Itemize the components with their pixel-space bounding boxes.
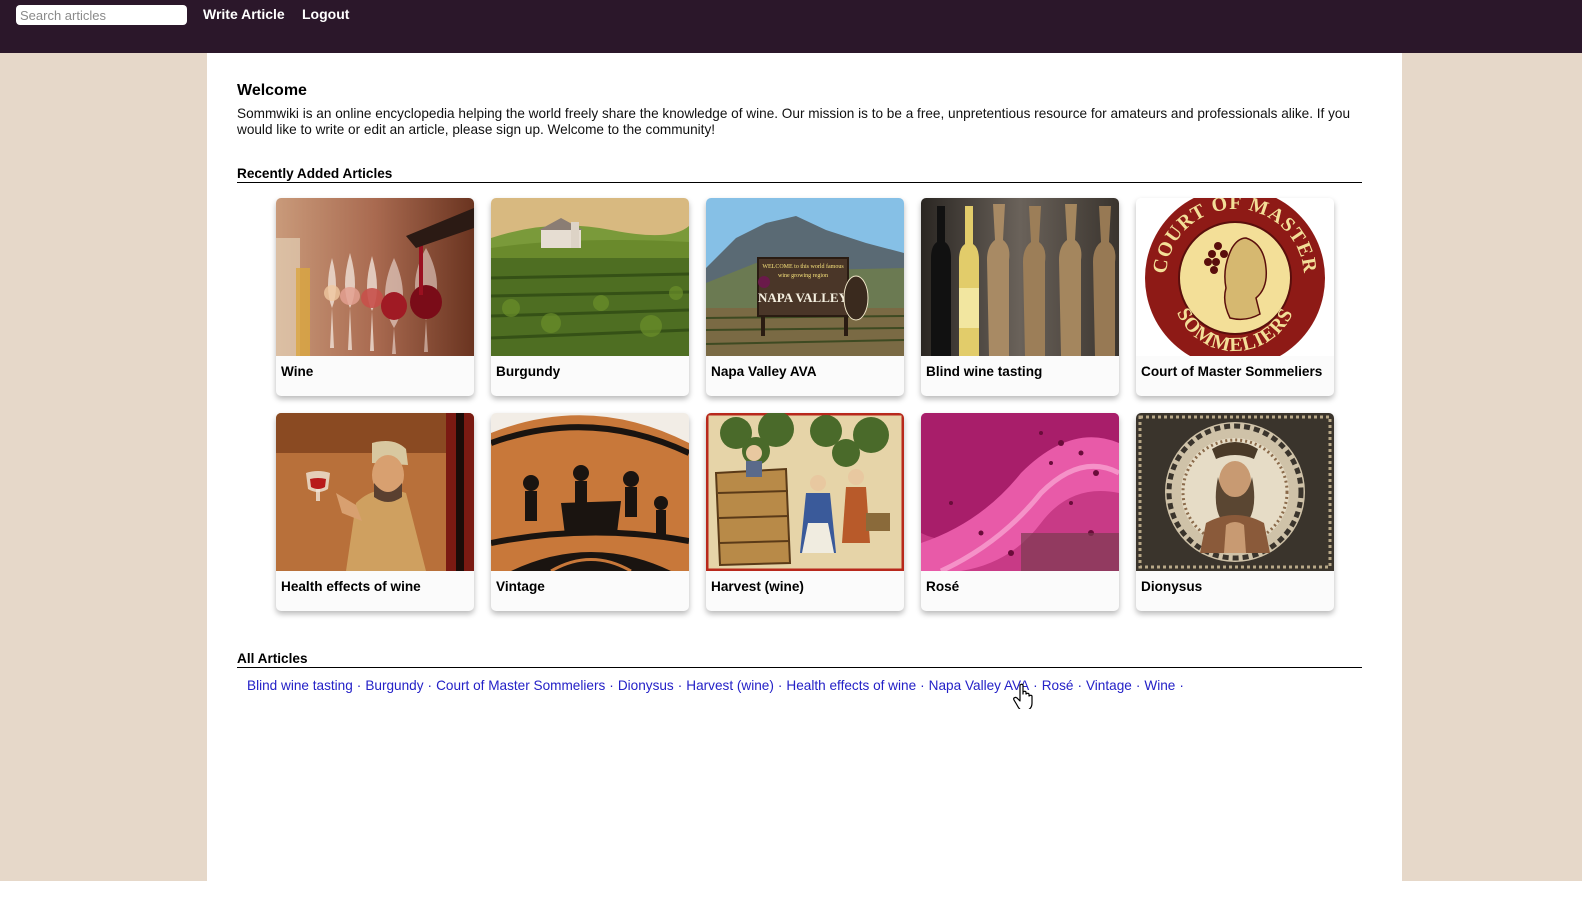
page-footer-strip: [0, 881, 1582, 899]
pink-must-icon: [921, 413, 1119, 571]
search-input[interactable]: [16, 5, 187, 25]
article-link-blind-wine-tasting[interactable]: Blind wine tasting: [247, 678, 353, 693]
article-card-title: Court of Master Sommeliers: [1141, 364, 1323, 379]
article-card-dionysus[interactable]: Dionysus: [1136, 413, 1334, 611]
link-separator: ·: [1179, 678, 1184, 693]
article-card-health-effects-of-wine[interactable]: Health effects of wine: [276, 413, 474, 611]
logout-link[interactable]: Logout: [302, 6, 349, 22]
article-card-title: Dionysus: [1141, 579, 1203, 594]
all-articles-list: Blind wine tasting · Burgundy · Court of Mas…: [247, 678, 1188, 693]
article-card-court-of-master-sommeliers[interactable]: COURT OF MASTER SOMMELIERS Court of Mast…: [1136, 198, 1334, 396]
article-link-vintage[interactable]: Vintage: [1086, 678, 1132, 693]
article-link-wine[interactable]: Wine: [1144, 678, 1175, 693]
write-article-link[interactable]: Write Article: [203, 6, 285, 22]
article-link-rose[interactable]: Rosé: [1042, 678, 1074, 693]
svg-text:wine growing region: wine growing region: [778, 273, 828, 279]
article-card-vintage[interactable]: Vintage: [491, 413, 689, 611]
article-card-blind-wine-tasting[interactable]: Blind wine tasting: [921, 198, 1119, 396]
welcome-title: Welcome: [237, 82, 307, 99]
article-card-rose[interactable]: Rosé: [921, 413, 1119, 611]
article-card-wine[interactable]: Wine: [276, 198, 474, 396]
article-card-title: Wine: [281, 364, 314, 379]
article-card-title: Rosé: [926, 579, 960, 594]
link-separator: ·: [777, 678, 783, 693]
svg-text:WELCOME to this world famous: WELCOME to this world famous: [762, 263, 844, 270]
main-content: Welcome Sommwiki is an online encycloped…: [207, 53, 1402, 881]
article-link-health-effects-of-wine[interactable]: Health effects of wine: [786, 678, 916, 693]
article-link-burgundy[interactable]: Burgundy: [365, 678, 423, 693]
recent-articles-heading: Recently Added Articles: [237, 166, 1362, 183]
welcome-text: Sommwiki is an online encyclopedia helpi…: [237, 106, 1351, 137]
dionysus-mosaic-icon: [1136, 413, 1334, 571]
article-card-title: Harvest (wine): [711, 579, 804, 594]
article-card-harvest-wine[interactable]: Harvest (wine): [706, 413, 904, 611]
svg-text:NAPA VALLEY: NAPA VALLEY: [758, 290, 849, 305]
all-articles-heading: All Articles: [237, 651, 1362, 668]
vineyard-chateau-icon: [491, 198, 689, 356]
link-separator: ·: [1135, 678, 1141, 693]
recent-articles-grid: Wine Burgundy WELCOME to this world famo…: [276, 198, 1336, 611]
link-separator: ·: [920, 678, 925, 693]
sommelier-seal-icon: COURT OF MASTER SOMMELIERS: [1136, 198, 1334, 356]
article-card-title: Health effects of wine: [281, 579, 421, 594]
hand-cursor-icon: [1013, 683, 1033, 709]
article-link-harvest-wine[interactable]: Harvest (wine): [686, 678, 774, 693]
napa-valley-sign-icon: WELCOME to this world famous wine growin…: [706, 198, 904, 356]
top-navigation-bar: Write Article Logout: [0, 0, 1582, 53]
article-card-title: Vintage: [496, 579, 545, 594]
article-card-title: Blind wine tasting: [926, 364, 1043, 379]
medieval-harvest-icon: [706, 413, 904, 571]
article-card-burgundy[interactable]: Burgundy: [491, 198, 689, 396]
article-card-title: Napa Valley AVA: [711, 364, 817, 379]
wrapped-bottles-icon: [921, 198, 1119, 356]
article-link-dionysus[interactable]: Dionysus: [618, 678, 674, 693]
link-separator: ·: [356, 678, 362, 693]
greek-pottery-icon: [491, 413, 689, 571]
article-card-title: Burgundy: [496, 364, 561, 379]
link-separator: ·: [677, 678, 683, 693]
link-separator: ·: [609, 678, 614, 693]
link-separator: ·: [427, 678, 433, 693]
wine-glasses-pour-icon: [276, 198, 474, 356]
link-separator: ·: [1077, 678, 1082, 693]
article-link-court-of-master-sommeliers[interactable]: Court of Master Sommeliers: [436, 678, 605, 693]
medieval-drinker-icon: [276, 413, 474, 571]
article-card-napa-valley[interactable]: WELCOME to this world famous wine growin…: [706, 198, 904, 396]
